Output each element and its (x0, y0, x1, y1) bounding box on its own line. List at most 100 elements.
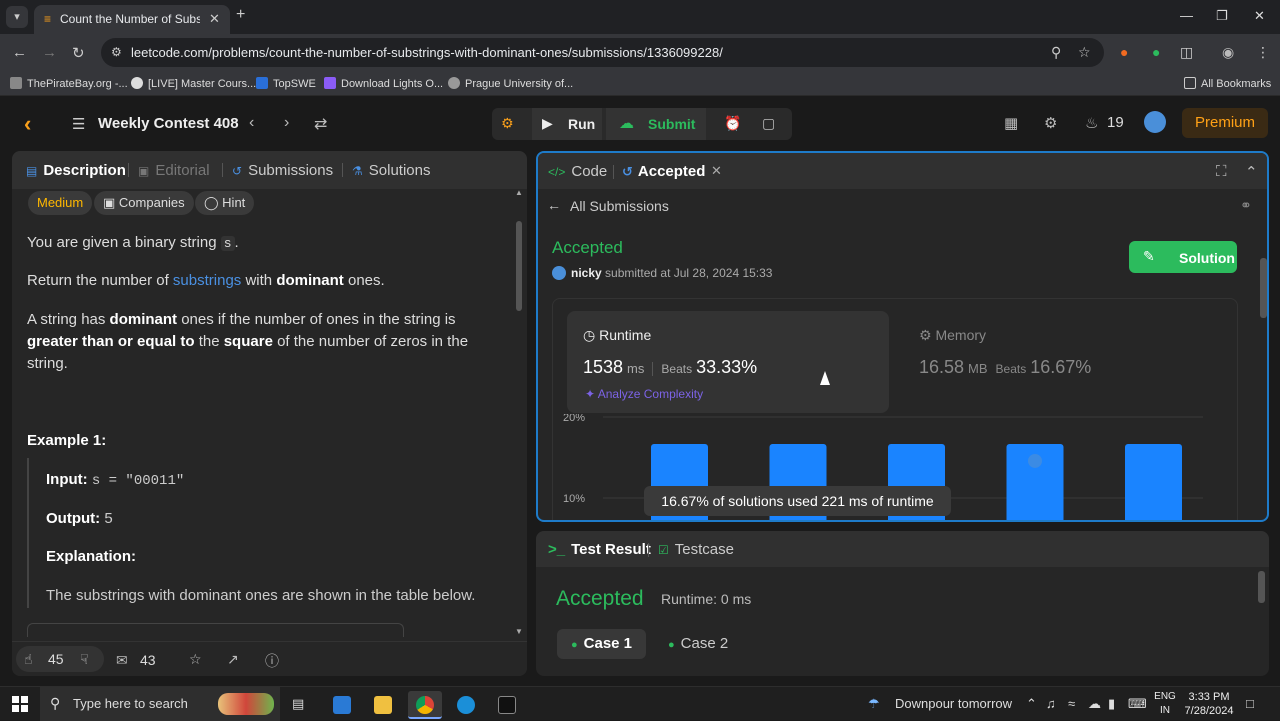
new-tab-button[interactable]: + (236, 6, 245, 24)
keyboard-icon[interactable]: ⌨ (1128, 696, 1147, 712)
comment-icon[interactable]: ✉ (116, 652, 128, 669)
bookmark-item[interactable]: ThePirateBay.org -... (10, 77, 128, 90)
submission-scrollbar[interactable] (1260, 228, 1267, 518)
prev-problem-button[interactable]: ‹ (249, 114, 254, 132)
tray-chevron-icon[interactable]: ⌃ (1026, 696, 1037, 712)
browser-menu-icon[interactable]: ⋮ (1256, 44, 1270, 61)
thumbs-up-icon[interactable]: ☝ (24, 651, 33, 668)
thumbs-down-icon[interactable]: ☟ (80, 651, 89, 668)
extensions-puzzle-icon[interactable]: ◫ (1180, 44, 1193, 61)
url-text[interactable]: leetcode.com/problems/count-the-number-o… (131, 45, 723, 60)
tab-search-button[interactable]: ▾ (6, 6, 28, 28)
fullscreen-icon[interactable]: ⛶ (1216, 163, 1227, 180)
browser-tab[interactable]: ≡ Count the Number of Substring ✕ (34, 5, 230, 34)
streak-count[interactable]: 19 (1107, 114, 1124, 131)
scroll-up-icon[interactable]: ▲ (515, 188, 523, 197)
layout-icon[interactable]: ▦ (1004, 114, 1018, 132)
link-icon[interactable]: ⚭ (1240, 197, 1252, 214)
all-bookmarks-folder[interactable]: All Bookmarks (1184, 77, 1271, 90)
tab-submissions[interactable]: ↺ Submissions (232, 162, 333, 179)
test-scrollbar-thumb[interactable] (1258, 571, 1265, 603)
address-bar[interactable]: ⚙ leetcode.com/problems/count-the-number… (101, 38, 1104, 67)
substrings-link[interactable]: substrings (173, 272, 241, 289)
help-icon[interactable]: ⓘ (265, 651, 279, 671)
case-2-tab[interactable]: ● Case 2 (654, 629, 742, 659)
wifi-icon[interactable]: ≈ (1068, 696, 1075, 711)
solution-button[interactable]: ✎ Solution (1129, 241, 1237, 273)
scroll-down-icon[interactable]: ▼ (515, 627, 523, 636)
memory-card[interactable]: ⚙ Memory 16.58 MB Beats 16.67% (903, 311, 1223, 413)
bookmark-star-icon[interactable]: ☆ (1078, 44, 1091, 61)
cloud-icon[interactable]: ☁ (1088, 696, 1101, 712)
tab-close-icon[interactable]: ✕ (209, 11, 220, 27)
bookmark-item[interactable]: [LIVE] Master Cours... (131, 77, 256, 90)
zoom-search-icon[interactable]: ⚲ (1051, 44, 1061, 61)
battery-icon[interactable]: ▮ (1108, 696, 1115, 712)
bookmark-item[interactable]: Download Lights O... (324, 77, 443, 90)
submit-button[interactable]: ☁ Submit (606, 108, 706, 140)
description-scrollbar[interactable]: ▲ ▼ (515, 188, 523, 636)
contest-title[interactable]: Weekly Contest 408 (98, 115, 239, 132)
mail-app[interactable] (325, 691, 359, 719)
bookmark-item[interactable]: Prague University of... (448, 77, 573, 90)
runtime-card[interactable]: ◷ Runtime 1538 ms Beats 33.33% ✦ Analyze Co… (567, 311, 889, 413)
analyze-complexity-link[interactable]: ✦ Analyze Complexity (585, 387, 703, 401)
tab-code[interactable]: </> Code (548, 163, 607, 180)
scrollbar-thumb[interactable] (1260, 258, 1267, 318)
favorite-star-icon[interactable]: ☆ (189, 651, 202, 668)
collapse-icon[interactable]: ⌃ (1245, 163, 1258, 181)
extension-icon-2[interactable]: ● (1152, 44, 1160, 60)
bookmark-item[interactable]: TopSWE (256, 77, 316, 90)
minimize-button[interactable]: — (1180, 8, 1193, 23)
volume-icon[interactable]: ♫ (1046, 696, 1056, 711)
windows-start-icon[interactable] (12, 696, 28, 712)
reload-button[interactable]: ↻ (72, 44, 85, 62)
language-indicator[interactable]: ENG IN (1150, 690, 1180, 718)
profile-icon[interactable]: ◉ (1222, 44, 1234, 61)
debug-icon[interactable]: ⚙ (501, 115, 514, 132)
run-button[interactable]: ▶ Run (532, 108, 602, 140)
next-problem-button[interactable]: › (284, 114, 289, 132)
difficulty-badge[interactable]: Medium (28, 191, 93, 215)
back-button[interactable]: ← (12, 44, 27, 61)
weather-icon[interactable]: ☂ (868, 696, 880, 712)
tab-test-result[interactable]: >_ Test Result (548, 541, 651, 558)
user-avatar[interactable] (1144, 111, 1166, 133)
system-clock[interactable]: 3:33 PM 7/28/2024 (1180, 690, 1238, 718)
taskbar-search[interactable]: ⚲ Type here to search (40, 687, 280, 721)
tab-editorial[interactable]: ▣ Editorial (138, 162, 210, 179)
tab-testcase[interactable]: ☑ Testcase (658, 541, 734, 558)
distribution-bar[interactable] (1125, 443, 1182, 522)
shuffle-icon[interactable]: ⇄ (314, 114, 327, 134)
scrollbar-thumb[interactable] (516, 221, 522, 311)
tab-description[interactable]: ▤ Description (26, 162, 126, 179)
tab-accepted[interactable]: ↺ Accepted (622, 163, 705, 180)
terminal-app[interactable] (490, 691, 524, 719)
timer-icon[interactable]: ⏰ (724, 115, 741, 132)
close-window-button[interactable]: ✕ (1254, 8, 1265, 24)
edge-app[interactable] (449, 691, 483, 719)
all-submissions-link[interactable]: ← All Submissions (547, 197, 669, 214)
extension-icon[interactable]: ● (1120, 44, 1128, 60)
forward-button[interactable]: → (42, 44, 57, 61)
weather-text[interactable]: Downpour tomorrow (895, 696, 1012, 711)
premium-button[interactable]: Premium (1182, 108, 1268, 138)
file-explorer-app[interactable] (366, 691, 400, 719)
notifications-icon[interactable]: □ (1246, 696, 1254, 711)
username[interactable]: nicky (571, 266, 602, 280)
tab-solutions[interactable]: ⚗ Solutions (352, 162, 430, 179)
fire-streak-icon[interactable]: ♨ (1085, 114, 1098, 132)
maximize-button[interactable]: ❐ (1216, 8, 1228, 24)
chrome-app[interactable] (408, 691, 442, 719)
leetcode-logo-icon[interactable]: ‹ (24, 111, 44, 136)
case-1-tab[interactable]: ● Case 1 (557, 629, 647, 659)
companies-chip[interactable]: ▣ Companies (94, 191, 194, 215)
site-info-icon[interactable]: ⚙ (111, 45, 122, 59)
close-tab-icon[interactable]: ✕ (711, 163, 722, 179)
share-icon[interactable]: ↗ (227, 651, 239, 668)
hint-chip[interactable]: ◯ Hint (195, 191, 255, 215)
settings-gear-icon[interactable]: ⚙ (1044, 114, 1057, 132)
task-view-icon[interactable]: ▤ (292, 696, 304, 712)
notes-icon[interactable]: ▢ (762, 115, 775, 132)
problem-list-icon[interactable]: ☰ (72, 115, 85, 133)
